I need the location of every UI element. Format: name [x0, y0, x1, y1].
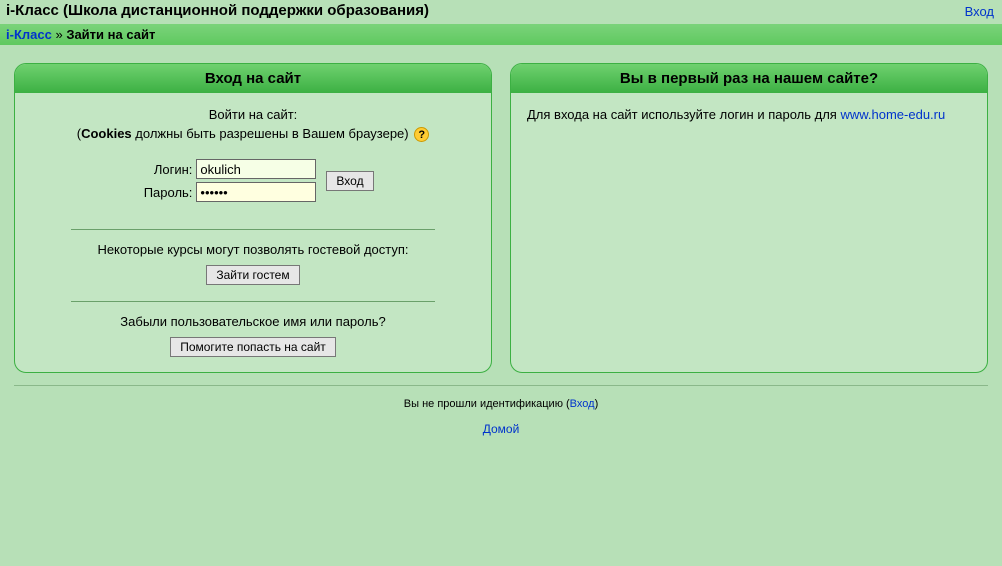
footer-login-link[interactable]: Вход — [570, 398, 595, 410]
cookies-notice: (Cookies должны быть разрешены в Вашем б… — [31, 126, 475, 142]
cookies-bold: Cookies — [81, 126, 132, 141]
forgot-credentials-text: Забыли пользовательское имя или пароль? — [31, 314, 475, 329]
username-label: Логин: — [132, 162, 192, 177]
home-edu-link[interactable]: www.home-edu.ru — [840, 107, 945, 122]
breadcrumb-root-link[interactable]: i-Класс — [6, 27, 52, 42]
login-button[interactable]: Вход — [326, 171, 373, 191]
footer-home-link[interactable]: Домой — [483, 422, 520, 436]
firsttime-box: Вы в первый раз на нашем сайте? Для вход… — [510, 63, 988, 373]
footer-status-suffix: ) — [595, 398, 599, 410]
login-instruction: Войти на сайт: — [31, 107, 475, 122]
login-box: Вход на сайт Войти на сайт: (Cookies дол… — [14, 63, 492, 373]
username-input[interactable] — [196, 159, 316, 179]
cookies-rest: должны быть разрешены в Вашем браузере) — [132, 126, 409, 141]
footer-status-prefix: Вы не прошли идентификацию ( — [404, 398, 570, 410]
breadcrumb: i-Класс » Зайти на сайт — [0, 24, 1002, 45]
login-box-title: Вход на сайт — [15, 64, 491, 93]
page-title: i-Класс (Школа дистанционной поддержки о… — [6, 2, 429, 19]
header-login-link[interactable]: Вход — [965, 4, 994, 19]
footer-separator — [14, 385, 988, 386]
help-icon[interactable]: ? — [414, 127, 429, 142]
guest-login-button[interactable]: Зайти гостем — [206, 265, 299, 285]
breadcrumb-separator: » — [55, 27, 62, 42]
firsttime-text: Для входа на сайт используйте логин и па… — [527, 107, 840, 122]
help-access-button[interactable]: Помогите попасть на сайт — [170, 337, 336, 357]
firsttime-box-title: Вы в первый раз на нашем сайте? — [511, 64, 987, 93]
breadcrumb-current: Зайти на сайт — [66, 27, 155, 42]
guest-access-text: Некоторые курсы могут позволять гостевой… — [31, 242, 475, 257]
divider — [71, 229, 435, 230]
footer-login-status: Вы не прошли идентификацию (Вход) — [0, 394, 1002, 414]
password-input[interactable] — [196, 182, 316, 202]
password-label: Пароль: — [132, 185, 192, 200]
divider — [71, 301, 435, 302]
